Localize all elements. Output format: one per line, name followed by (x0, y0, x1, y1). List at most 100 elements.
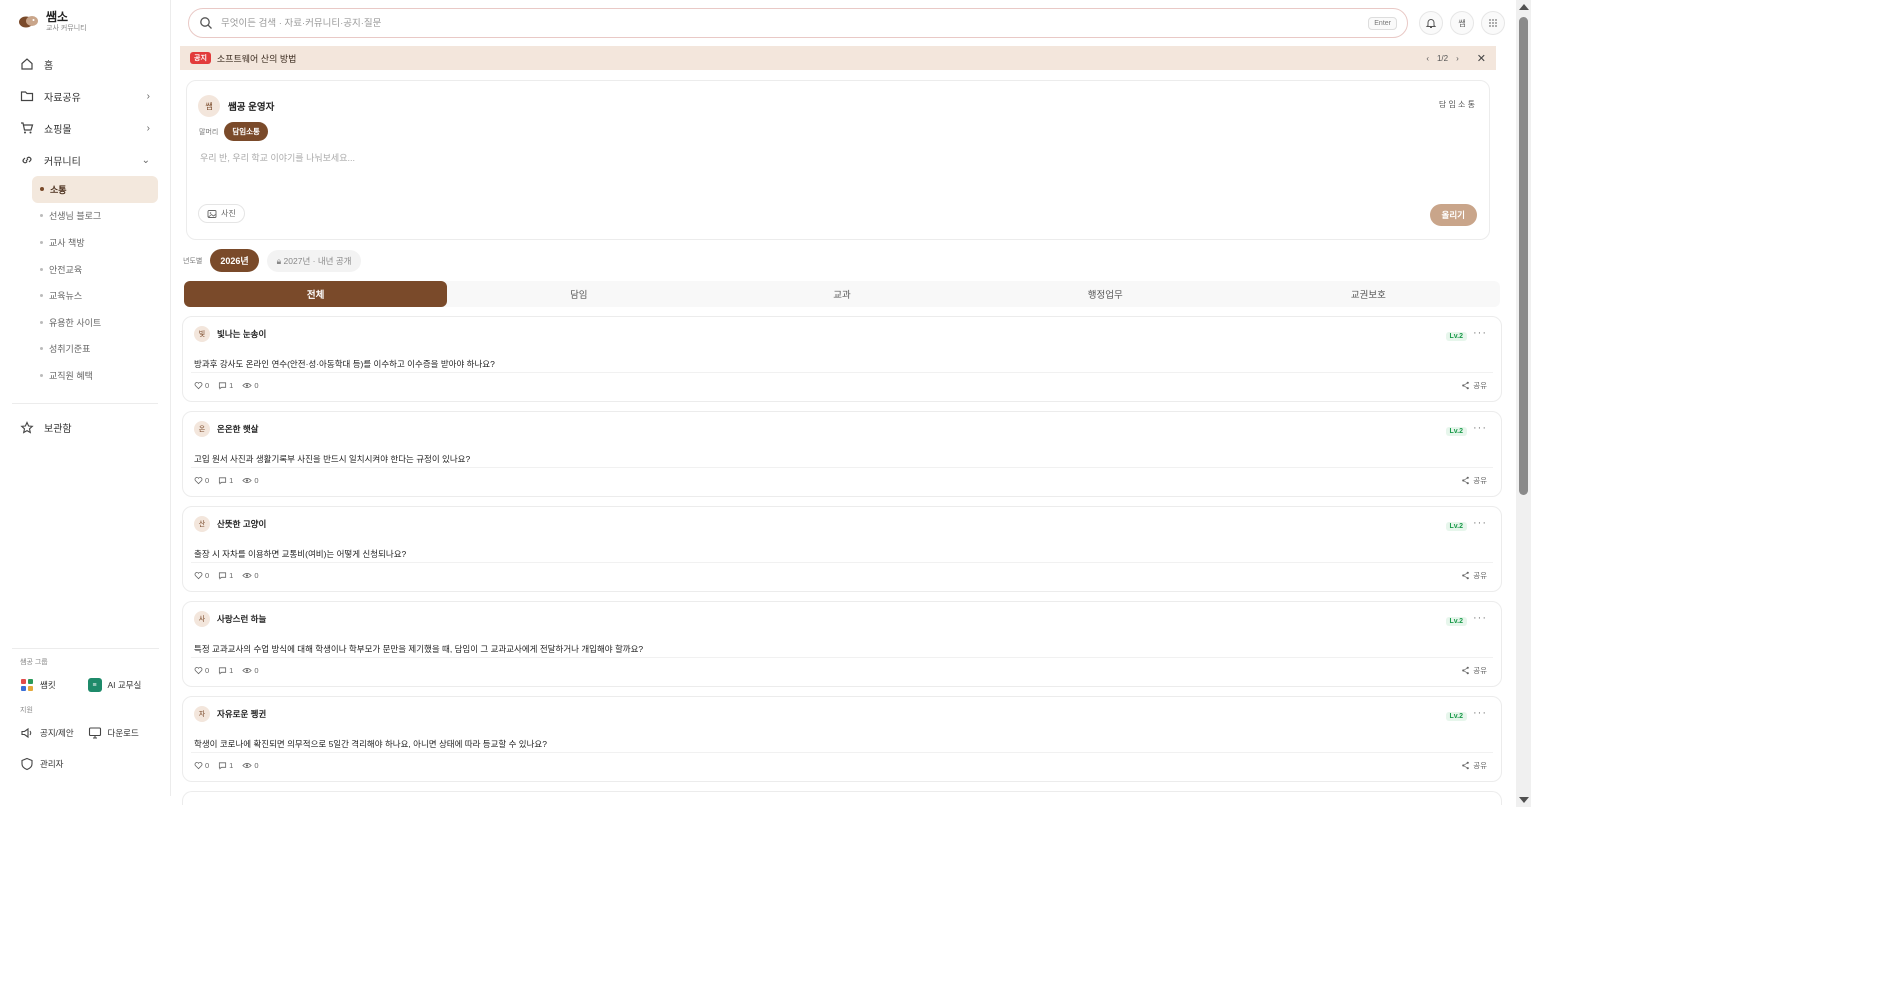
logo[interactable]: 쌤소 교사 커뮤니티 (0, 0, 170, 44)
apps-menu-button[interactable] (1481, 11, 1505, 35)
notice-next-button[interactable]: › (1456, 54, 1459, 63)
year-chip-2027-locked[interactable]: 🔒︎ 2027년 · 내년 공개 (266, 249, 362, 272)
scrollbar[interactable] (1516, 0, 1531, 807)
like-button[interactable]: 0 (194, 761, 209, 770)
search-icon (200, 17, 212, 29)
composer-board-tag: 담 임 소 통 (1438, 100, 1475, 109)
search-input[interactable] (221, 17, 1369, 29)
chevron-right-icon: › (146, 90, 150, 102)
submenu-item-standards[interactable]: 성취기준표 (32, 336, 158, 363)
composer-text-input[interactable]: 우리 반, 우리 학교 이야기를 나눠보세요... (200, 151, 355, 164)
enter-key-hint[interactable]: Enter (1368, 16, 1397, 30)
post-body[interactable]: 특정 교과교사의 수업 방식에 대해 학생이나 학부모가 문만을 제기했을 때,… (194, 643, 643, 655)
share-label: 공유 (1473, 666, 1487, 675)
chevron-down-icon: ⌄ (141, 154, 150, 166)
share-button[interactable]: 공유 (1461, 475, 1487, 486)
post-card-partial[interactable] (182, 791, 1502, 805)
submenu-item-communication[interactable]: 소통 (32, 176, 158, 203)
year-chip-2026[interactable]: 2026년 (210, 249, 259, 272)
post-feed: 빛 빛나는 눈송이 Lv.2 ··· 방과후 강사도 온라인 연수(안전·성·아… (182, 316, 1502, 814)
scroll-up-arrow[interactable] (1519, 4, 1529, 10)
post-card[interactable]: 빛 빛나는 눈송이 Lv.2 ··· 방과후 강사도 온라인 연수(안전·성·아… (182, 316, 1502, 402)
avatar: 빛 (194, 326, 210, 342)
post-author[interactable]: 사랑스런 하늘 (217, 613, 266, 625)
post-author[interactable]: 산뜻한 고양이 (217, 518, 266, 530)
view-count-indicator: 0 (242, 571, 259, 580)
more-options-icon[interactable]: ··· (1473, 517, 1487, 529)
post-card[interactable]: 온 온온한 햇살 Lv.2 ··· 고입 원서 사진과 생활기록부 사진을 반드… (182, 411, 1502, 497)
submenu-item-bookstore[interactable]: 교사 책방 (32, 229, 158, 256)
category-chip-active[interactable]: 담임소통 (224, 122, 268, 141)
post-author[interactable]: 빛나는 눈송이 (217, 328, 266, 340)
submenu-item-staff-benefits[interactable]: 교직원 혜택 (32, 362, 158, 389)
tab-subject[interactable]: 교과 (710, 281, 973, 307)
support-item-download[interactable]: 다운로드 (88, 726, 152, 740)
support-item-notice[interactable]: 공지/제안 (20, 726, 84, 740)
group-item-ai-office[interactable]: ≡ AI 교무실 (87, 678, 152, 692)
tab-admin-work[interactable]: 행정업무 (974, 281, 1237, 307)
submit-post-button[interactable]: 올리기 (1429, 204, 1477, 226)
post-author[interactable]: 자유로운 펭귄 (217, 708, 266, 720)
community-submenu: 소통 선생님 블로그 교사 책방 안전교육 교육뉴스 유용한 사이트 성취기준표… (0, 176, 170, 389)
post-card[interactable]: 자 자유로운 펭귄 Lv.2 ··· 학생이 코로나에 확진되면 의무적으로 5… (182, 696, 1502, 782)
share-label: 공유 (1473, 381, 1487, 390)
submenu-item-useful-sites[interactable]: 유용한 사이트 (32, 309, 158, 336)
share-button[interactable]: 공유 (1461, 380, 1487, 391)
like-button[interactable]: 0 (194, 571, 209, 580)
home-icon (20, 57, 34, 71)
post-body[interactable]: 학생이 코로나에 확진되면 의무적으로 5일간 격리해야 하나요, 아니면 상태… (194, 738, 547, 750)
share-button[interactable]: 공유 (1461, 570, 1487, 581)
more-options-icon[interactable]: ··· (1473, 707, 1487, 719)
more-options-icon[interactable]: ··· (1473, 422, 1487, 434)
search-bar[interactable]: Enter (188, 8, 1408, 38)
post-body[interactable]: 출장 시 자차를 이용하면 교통비(여비)는 어떻게 신청되나요? (194, 548, 406, 560)
group-section-label: 쌤공 그룹 (20, 659, 48, 666)
comment-button[interactable]: 1 (218, 476, 233, 485)
notice-close-button[interactable]: ✕ (1477, 52, 1486, 65)
group-item-ssamkit[interactable]: 쌤킷 (20, 678, 84, 692)
sidebar-item-shop[interactable]: 쇼핑몰 › (0, 112, 170, 144)
tab-teacher-rights[interactable]: 교권보호 (1237, 281, 1500, 307)
more-options-icon[interactable]: ··· (1473, 612, 1487, 624)
category-tabs: 전체 담임 교과 행정업무 교권보호 (184, 281, 1500, 307)
submenu-item-teacher-blog[interactable]: 선생님 블로그 (32, 203, 158, 230)
tab-homeroom[interactable]: 담임 (447, 281, 710, 307)
comment-button[interactable]: 1 (218, 761, 233, 770)
comment-button[interactable]: 1 (218, 381, 233, 390)
more-options-icon[interactable]: ··· (1473, 327, 1487, 339)
notice-banner[interactable]: 공지 소프트웨어 산의 방법 ‹ 1/2 › ✕ (180, 46, 1496, 70)
post-card[interactable]: 산 산뜻한 고양이 Lv.2 ··· 출장 시 자차를 이용하면 교통비(여비)… (182, 506, 1502, 592)
submenu-item-safety-edu[interactable]: 안전교육 (32, 256, 158, 283)
heart-icon (194, 667, 203, 675)
post-author[interactable]: 온온한 햇살 (217, 423, 258, 435)
star-icon (20, 420, 34, 435)
sidebar-item-home[interactable]: 홈 (0, 48, 170, 80)
like-button[interactable]: 0 (194, 666, 209, 675)
profile-avatar-button[interactable]: 쌤 (1450, 11, 1474, 35)
cart-icon (20, 121, 34, 135)
level-badge: Lv.2 (1445, 522, 1467, 531)
sidebar-item-community[interactable]: 커뮤니티 ⌄ (0, 144, 170, 176)
post-body[interactable]: 방과후 강사도 온라인 연수(안전·성·아동학대 등)를 이수하고 이수증을 받… (194, 358, 495, 370)
comment-button[interactable]: 1 (218, 666, 233, 675)
sidebar-item-bookmark[interactable]: 보관함 (0, 412, 170, 444)
divider (191, 372, 1493, 373)
sidebar-item-resources[interactable]: 자료공유 › (0, 80, 170, 112)
notice-text[interactable]: 소프트웨어 산의 방법 (217, 52, 297, 65)
scroll-down-arrow[interactable] (1519, 797, 1529, 803)
notification-bell-button[interactable] (1419, 11, 1443, 35)
tab-all[interactable]: 전체 (184, 281, 448, 307)
notice-prev-button[interactable]: ‹ (1426, 54, 1429, 63)
share-button[interactable]: 공유 (1461, 760, 1487, 771)
sidebar-item-admin[interactable]: 관리자 (0, 747, 171, 781)
post-body[interactable]: 고입 원서 사진과 생활기록부 사진을 반드시 일치시켜야 한다는 규정이 있나… (194, 453, 470, 465)
scroll-thumb[interactable] (1519, 17, 1528, 495)
like-count: 0 (205, 666, 210, 675)
add-photo-button[interactable]: 사진 (198, 204, 245, 223)
share-button[interactable]: 공유 (1461, 665, 1487, 676)
submenu-item-edu-news[interactable]: 교육뉴스 (32, 282, 158, 309)
like-button[interactable]: 0 (194, 476, 209, 485)
like-button[interactable]: 0 (194, 381, 209, 390)
post-card[interactable]: 사 사랑스런 하늘 Lv.2 ··· 특정 교과교사의 수업 방식에 대해 학생… (182, 601, 1502, 687)
comment-button[interactable]: 1 (218, 571, 233, 580)
